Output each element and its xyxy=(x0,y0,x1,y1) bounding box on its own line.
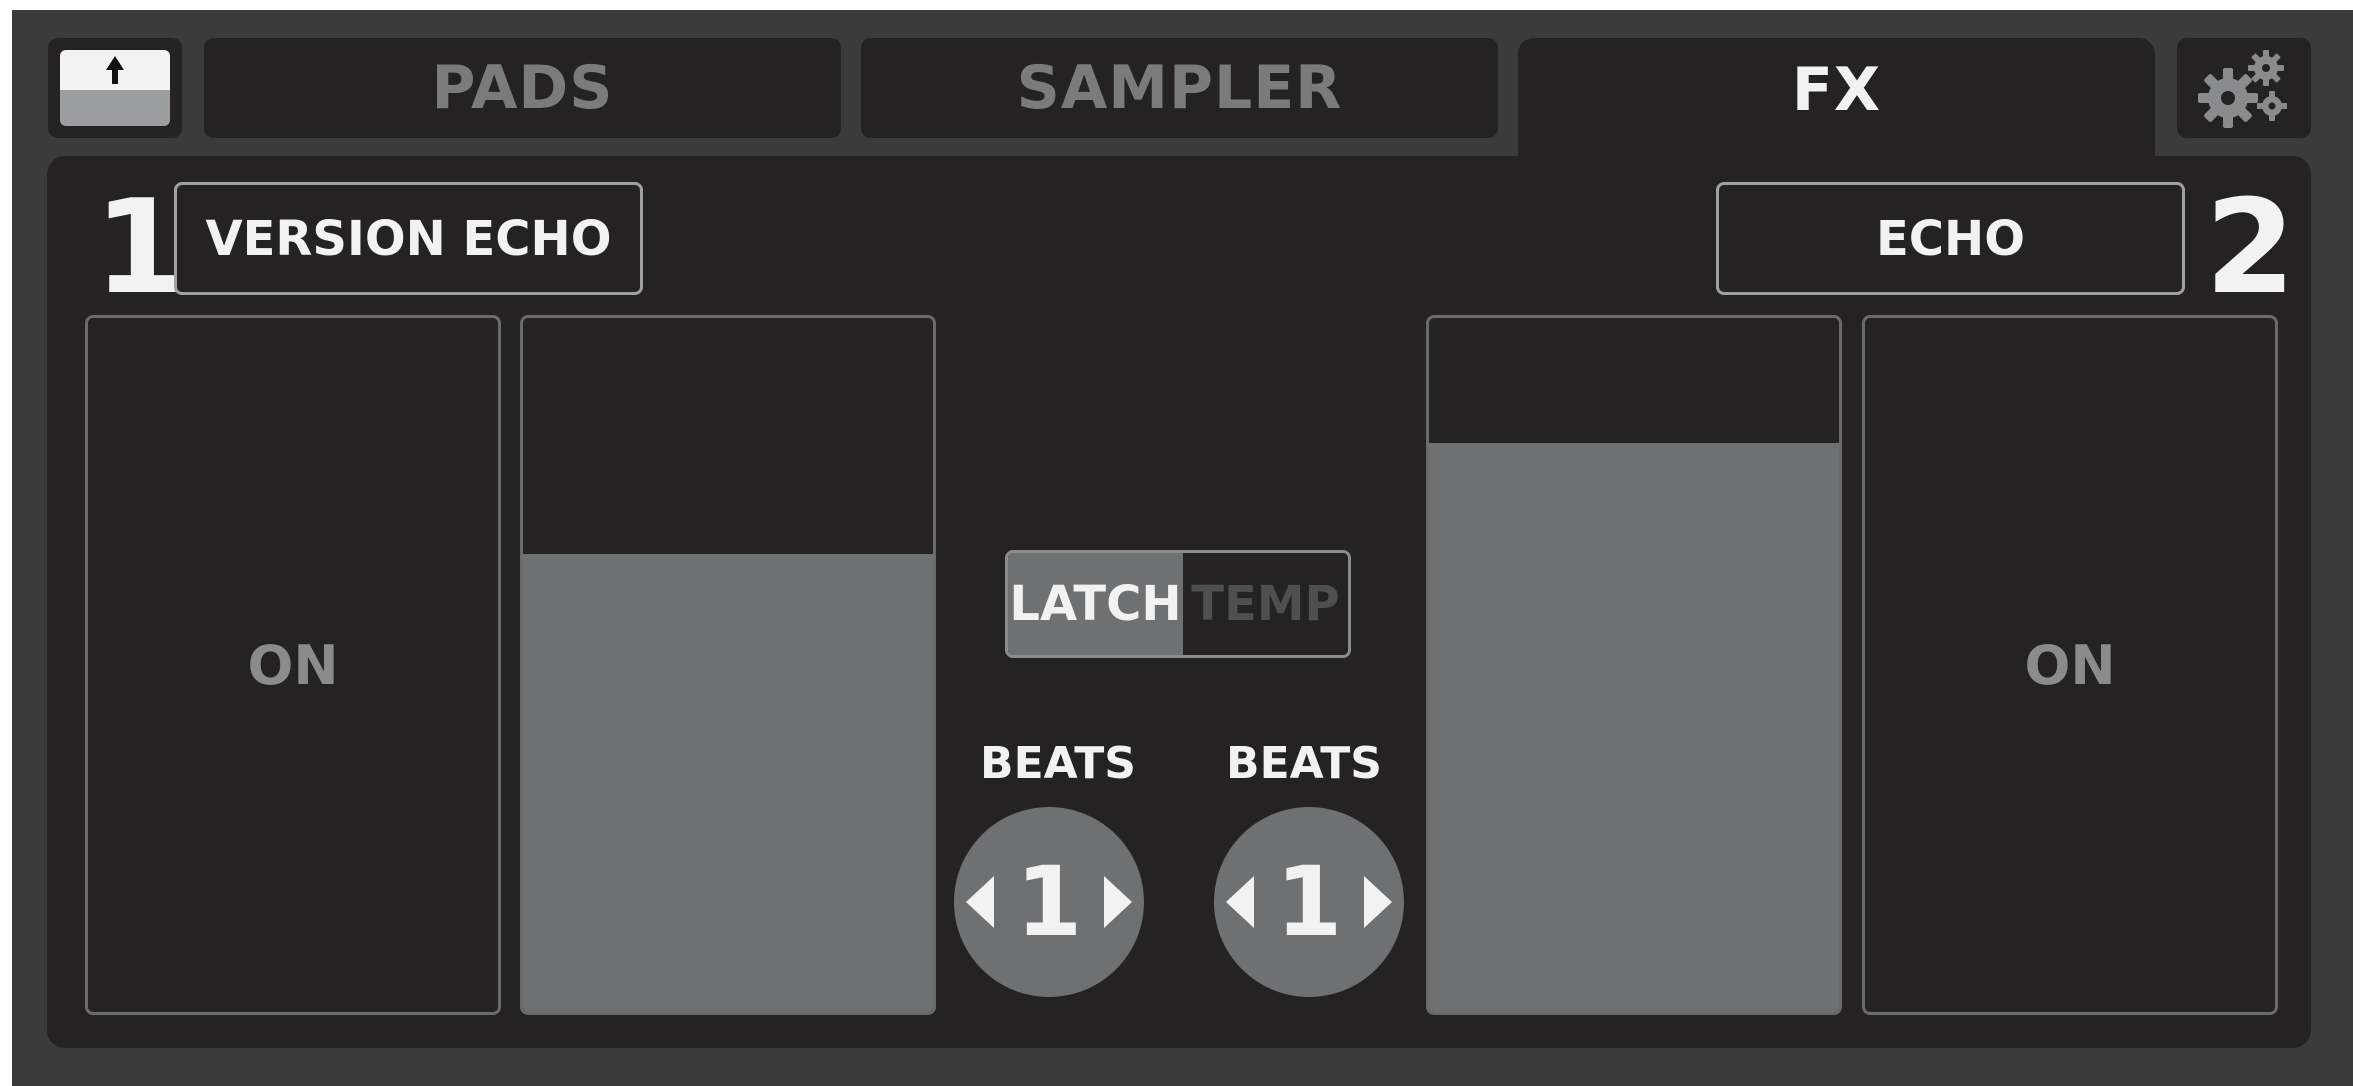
deck2-effect-selector[interactable]: ECHO xyxy=(1716,182,2185,295)
deck1-on-pad[interactable]: ON xyxy=(85,315,501,1015)
deck1-effect-selector[interactable]: VERSION ECHO xyxy=(174,182,643,295)
latch-option[interactable]: LATCH xyxy=(1008,553,1183,655)
deck1-beats-value: 1 xyxy=(1015,846,1083,958)
increment-right-arrow-icon[interactable] xyxy=(1104,876,1133,928)
settings-button[interactable] xyxy=(2177,38,2311,138)
deck2-level-fill xyxy=(1429,442,1839,1012)
decrement-left-arrow-icon[interactable] xyxy=(965,876,994,928)
gears-icon xyxy=(2198,50,2287,128)
temp-option[interactable]: TEMP xyxy=(1183,553,1348,655)
deck2-on-pad[interactable]: ON xyxy=(1862,315,2278,1015)
arrow-up-icon xyxy=(60,50,170,126)
tab-pads[interactable]: PADS xyxy=(204,38,841,138)
deck2-level-slider[interactable] xyxy=(1426,315,1842,1015)
deck2-beats-label: BEATS xyxy=(1226,738,1382,789)
deck1-number: 1 xyxy=(94,171,185,323)
deck2-number: 2 xyxy=(2205,171,2296,323)
tab-sampler[interactable]: SAMPLER xyxy=(861,38,1498,138)
deck1-beats-knob[interactable]: 1 xyxy=(954,807,1144,997)
increment-right-arrow-icon[interactable] xyxy=(1364,876,1393,928)
expand-button[interactable] xyxy=(48,38,182,138)
deck1-beats-label: BEATS xyxy=(980,738,1136,789)
deck2-beats-knob[interactable]: 1 xyxy=(1214,807,1404,997)
deck2-beats-value: 1 xyxy=(1275,846,1343,958)
latch-temp-toggle[interactable]: LATCH TEMP xyxy=(1005,550,1351,658)
deck1-level-slider[interactable] xyxy=(520,315,936,1015)
decrement-left-arrow-icon[interactable] xyxy=(1225,876,1254,928)
deck1-level-fill xyxy=(523,553,933,1012)
